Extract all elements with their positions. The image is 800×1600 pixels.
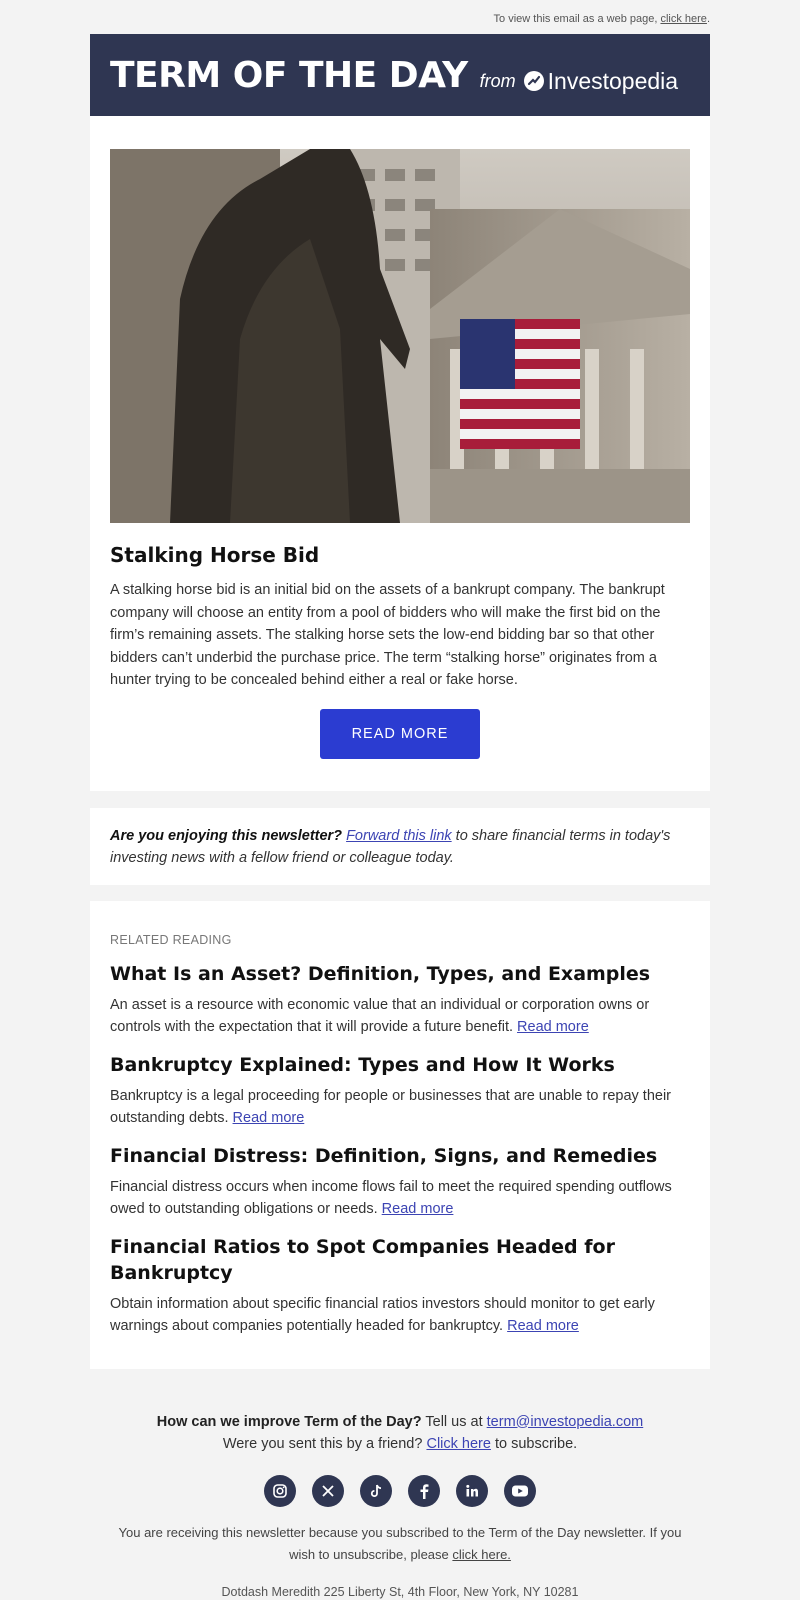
instagram-icon[interactable] (264, 1474, 296, 1507)
footer: How can we improve Term of the Day? Tell… (90, 1369, 710, 1600)
hero-image (110, 149, 690, 523)
feedback-question: How can we improve Term of the Day? (156, 1413, 422, 1430)
read-more-link[interactable]: Read more (517, 1019, 589, 1035)
forward-link[interactable]: Forward this link (346, 828, 452, 844)
legal-text: You are receiving this newsletter becaus… (118, 1524, 682, 1562)
investopedia-logo[interactable]: Investopedia (523, 67, 679, 95)
feedback-text: Tell us at (425, 1413, 483, 1430)
related-item: What Is an Asset? Definition, Types, and… (110, 961, 690, 1038)
web-view-suffix: . (706, 13, 710, 25)
unsubscribe-link[interactable]: click here. (452, 1547, 511, 1562)
related-item: Financial Distress: Definition, Signs, a… (110, 1143, 690, 1220)
read-more-button[interactable]: READ MORE (320, 708, 480, 759)
brand-name: Investopedia (547, 67, 679, 94)
related-item: Bankruptcy Explained: Types and How It W… (110, 1052, 690, 1129)
read-more-wrap: READ MORE (110, 708, 690, 759)
newsletter-title: TERM OF THE DAY (110, 54, 468, 96)
web-view-note: To view this email as a web page, click … (90, 0, 710, 34)
term-title: Stalking Horse Bid (110, 543, 320, 567)
forward-card: Are you enjoying this newsletter? Forwar… (90, 807, 710, 885)
subscribe-line: Were you sent this by a friend? Click he… (90, 1433, 710, 1455)
read-more-link[interactable]: Read more (507, 1318, 579, 1334)
related-title[interactable]: What Is an Asset? Definition, Types, and… (110, 961, 690, 987)
subscribe-text: Were you sent this by a friend? (222, 1435, 423, 1452)
related-reading-card: RELATED READING What Is an Asset? Defini… (90, 900, 710, 1369)
related-heading: RELATED READING (110, 932, 232, 947)
company-address: Dotdash Meredith 225 Liberty St, 4th Flo… (221, 1584, 579, 1599)
banner-from: from (479, 70, 516, 91)
x-icon[interactable] (312, 1474, 344, 1507)
related-title[interactable]: Financial Distress: Definition, Signs, a… (110, 1143, 690, 1169)
subscribe-suffix: to subscribe. (494, 1435, 578, 1452)
feedback-line: How can we improve Term of the Day? Tell… (90, 1411, 710, 1433)
related-description: Bankruptcy is a legal proceeding for peo… (110, 1085, 690, 1129)
related-description: An asset is a resource with economic val… (110, 994, 690, 1038)
read-more-link[interactable]: Read more (382, 1201, 454, 1217)
term-card: Stalking Horse Bid A stalking horse bid … (90, 116, 710, 791)
youtube-icon[interactable] (504, 1474, 536, 1507)
related-desc-text: Bankruptcy is a legal proceeding for peo… (110, 1087, 672, 1126)
read-more-link[interactable]: Read more (233, 1110, 305, 1126)
investopedia-logo-icon (523, 71, 544, 91)
web-view-text: To view this email as a web page, (493, 13, 658, 25)
tiktok-icon[interactable] (360, 1474, 392, 1507)
linkedin-icon[interactable] (456, 1474, 488, 1507)
legal-notice: You are receiving this newsletter becaus… (90, 1522, 710, 1566)
related-description: Obtain information about specific financ… (110, 1293, 690, 1337)
facebook-icon[interactable] (408, 1474, 440, 1507)
subscribe-link[interactable]: Click here (426, 1436, 490, 1452)
header-banner: TERM OF THE DAY from Investopedia (90, 34, 710, 116)
related-description: Financial distress occurs when income fl… (110, 1176, 690, 1220)
term-definition: A stalking horse bid is an initial bid o… (110, 582, 665, 688)
related-item: Financial Ratios to Spot Companies Heade… (110, 1234, 690, 1337)
forward-lead: Are you enjoying this newsletter? (110, 827, 343, 844)
related-title[interactable]: Bankruptcy Explained: Types and How It W… (110, 1052, 690, 1078)
feedback-email-link[interactable]: term@investopedia.com (487, 1414, 644, 1430)
related-title[interactable]: Financial Ratios to Spot Companies Heade… (110, 1234, 690, 1286)
social-links (90, 1474, 710, 1507)
web-view-link[interactable]: click here (660, 13, 706, 25)
